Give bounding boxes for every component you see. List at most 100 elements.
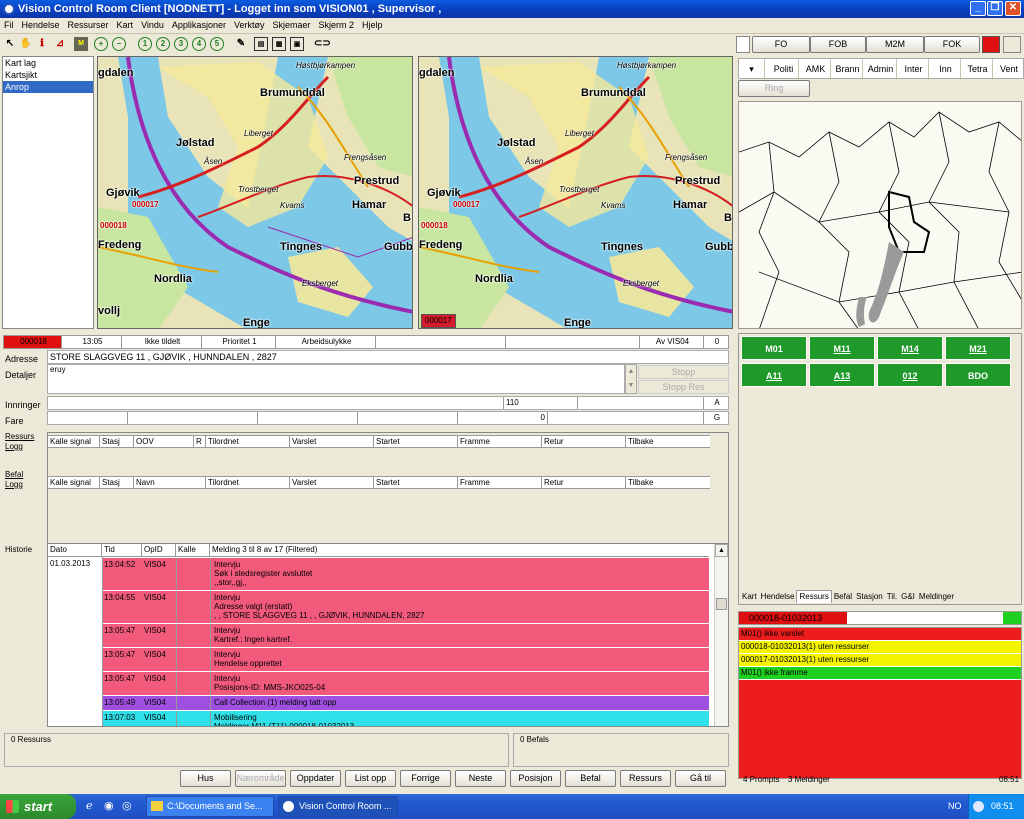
- window-icon[interactable]: ▤: [254, 37, 268, 51]
- history-row[interactable]: 13:05:49 VIS04 Call Collection (1) melding…: [48, 696, 709, 711]
- tab-ressurs[interactable]: Ressurs: [796, 590, 832, 603]
- menu-kart[interactable]: Kart: [113, 18, 138, 33]
- category-fok[interactable]: FOK: [924, 36, 980, 53]
- layer-item-kartsjikt[interactable]: Kartsjikt: [3, 69, 93, 81]
- history-row[interactable]: 13:05:47 VIS04 Intervju Hendelse opprettet: [48, 648, 709, 672]
- category-extra[interactable]: [1003, 36, 1021, 53]
- info-icon[interactable]: ℹ: [35, 37, 49, 51]
- menu-vindu[interactable]: Vindu: [137, 18, 168, 33]
- link-icon[interactable]: ⊂⊃: [314, 37, 331, 51]
- incident-marker[interactable]: 000017: [453, 200, 480, 209]
- alert-item[interactable]: 000017-01032013(1) uten ressurser: [739, 654, 1021, 667]
- layer-item-anrop[interactable]: Anrop: [3, 81, 93, 93]
- menu-skjerm2[interactable]: Skjerm 2: [314, 18, 358, 33]
- history-row[interactable]: 13:07:03 VIS04 Mobilisering Meldinger M11 …: [48, 711, 709, 726]
- layer-item-kartlag[interactable]: Kart lag: [3, 57, 93, 69]
- stopp-res-button[interactable]: Stopp Res: [638, 380, 729, 394]
- restore-button[interactable]: ❐: [987, 1, 1003, 16]
- start-button[interactable]: start: [0, 794, 76, 819]
- pointer-icon[interactable]: ↖: [3, 37, 17, 51]
- innringer-field[interactable]: [48, 397, 504, 409]
- taskbar-item-vision[interactable]: Vision Control Room ...: [278, 796, 398, 817]
- befal-logg-label[interactable]: Logg: [5, 480, 23, 489]
- tab-til[interactable]: Til.: [885, 591, 899, 603]
- pan-hand-icon[interactable]: ✋: [19, 37, 33, 51]
- zoom-4-icon[interactable]: 4: [192, 37, 206, 51]
- category-fo[interactable]: FO: [752, 36, 810, 53]
- close-button[interactable]: ✕: [1005, 1, 1021, 16]
- details-scrollbar[interactable]: ▲ ▼: [625, 364, 637, 394]
- tab-gi[interactable]: G&I: [899, 591, 917, 603]
- tab-brann[interactable]: Brann: [833, 59, 863, 80]
- befal-button[interactable]: Befal: [565, 770, 616, 787]
- category-checkbox[interactable]: [736, 36, 750, 53]
- tab-admin[interactable]: Admin: [865, 59, 897, 80]
- unit-button-a13[interactable]: A13: [809, 363, 875, 387]
- tab-hendelse[interactable]: Hendelse: [759, 591, 797, 603]
- naeromrade-button[interactable]: Nærområde: [235, 770, 286, 787]
- ressurs-label[interactable]: Ressurs: [5, 432, 34, 441]
- map-view-right[interactable]: Høstbjørkampen Brumunddal Jølstad Åsen L…: [418, 56, 733, 329]
- alert-title[interactable]: 000018-01032013: [739, 612, 847, 624]
- list-opp-button[interactable]: List opp: [345, 770, 396, 787]
- oppdater-button[interactable]: Oppdater: [290, 770, 341, 787]
- tab-vent[interactable]: Vent: [995, 59, 1023, 80]
- alert-item[interactable]: M01() ikke varslet: [739, 628, 1021, 641]
- unit-button-m01[interactable]: M01: [741, 336, 807, 360]
- history-row[interactable]: 13:05:47 VIS04 Intervju Kartref.: Ingen ka…: [48, 624, 709, 648]
- history-scroll-thumb[interactable]: [716, 598, 727, 610]
- category-m2m[interactable]: M2M: [866, 36, 924, 53]
- tab-amk[interactable]: AMK: [801, 59, 831, 80]
- menu-skjemaer[interactable]: Skjemaer: [268, 18, 314, 33]
- alert-item[interactable]: M01() ikke framme: [739, 667, 1021, 680]
- alert-item[interactable]: 000018-01032013(1) uten ressurser: [739, 641, 1021, 654]
- tab-meldinger[interactable]: Meldinger: [917, 591, 956, 603]
- address-field[interactable]: STORE SLAGGVEG 11 , GJØVIK , HUNNDALEN ,…: [47, 350, 729, 364]
- category-fob[interactable]: FOB: [810, 36, 866, 53]
- posisjon-button[interactable]: Posisjon: [510, 770, 561, 787]
- selected-incident-marker[interactable]: 000017: [421, 314, 456, 328]
- ring-button[interactable]: Ring: [738, 80, 810, 97]
- tab-kart[interactable]: Kart: [740, 591, 759, 603]
- volume-icon[interactable]: [973, 801, 984, 812]
- details-field[interactable]: eruy: [47, 364, 625, 394]
- tab-tetra[interactable]: Tetra: [963, 59, 993, 80]
- incident-id[interactable]: 000018: [4, 336, 62, 348]
- tab-inn[interactable]: Inn: [931, 59, 961, 80]
- map-view-left[interactable]: Høstbjørkampen Brumunddal Jølstad Åsen L…: [97, 56, 413, 329]
- ga-til-button[interactable]: Gå til: [675, 770, 726, 787]
- menu-fil[interactable]: Fil: [0, 18, 18, 33]
- zoom-in-icon[interactable]: +: [94, 37, 108, 51]
- taskbar-item-explorer[interactable]: C:\Documents and Se...: [146, 796, 274, 817]
- minimize-button[interactable]: _: [970, 1, 986, 16]
- history-scrollbar[interactable]: ▲: [714, 544, 728, 726]
- history-row[interactable]: 13:05:47 VIS04 Intervju Posisjons-ID: MMS-…: [48, 672, 709, 696]
- layer-icon[interactable]: M: [74, 37, 88, 51]
- incident-marker[interactable]: 000017: [132, 200, 159, 209]
- menu-applikasjoner[interactable]: Applikasjoner: [168, 18, 230, 33]
- pencil-icon[interactable]: ✎: [234, 37, 248, 51]
- zoom-5-icon[interactable]: 5: [210, 37, 224, 51]
- fare-field[interactable]: [48, 412, 128, 424]
- zoom-3-icon[interactable]: 3: [174, 37, 188, 51]
- tab-inter[interactable]: Inter: [899, 59, 929, 80]
- zoom-2-icon[interactable]: 2: [156, 37, 170, 51]
- alarm-indicator[interactable]: [982, 36, 1000, 53]
- browser-icon[interactable]: ◎: [122, 799, 132, 812]
- stopp-button[interactable]: Stopp: [638, 365, 729, 379]
- media-icon[interactable]: ◉: [104, 799, 114, 812]
- unit-button-a11[interactable]: A11: [741, 363, 807, 387]
- history-row[interactable]: 13:04:52 VIS04 Intervju Søk i stedsregiste…: [48, 558, 709, 591]
- befal-label[interactable]: Befal: [5, 470, 23, 479]
- ressurs-button[interactable]: Ressurs: [620, 770, 671, 787]
- zoom-out-icon[interactable]: −: [112, 37, 126, 51]
- neste-button[interactable]: Neste: [455, 770, 506, 787]
- grid-icon[interactable]: ▦: [272, 37, 286, 51]
- tab-politi[interactable]: Politi: [769, 59, 799, 80]
- panel-icon[interactable]: ▣: [290, 37, 304, 51]
- tab-befal[interactable]: Befal: [832, 591, 854, 603]
- unit-button-bdo[interactable]: BDO: [945, 363, 1011, 387]
- unit-button-m21[interactable]: M21: [945, 336, 1011, 360]
- unit-button-m11[interactable]: M11: [809, 336, 875, 360]
- forrige-button[interactable]: Forrige: [400, 770, 451, 787]
